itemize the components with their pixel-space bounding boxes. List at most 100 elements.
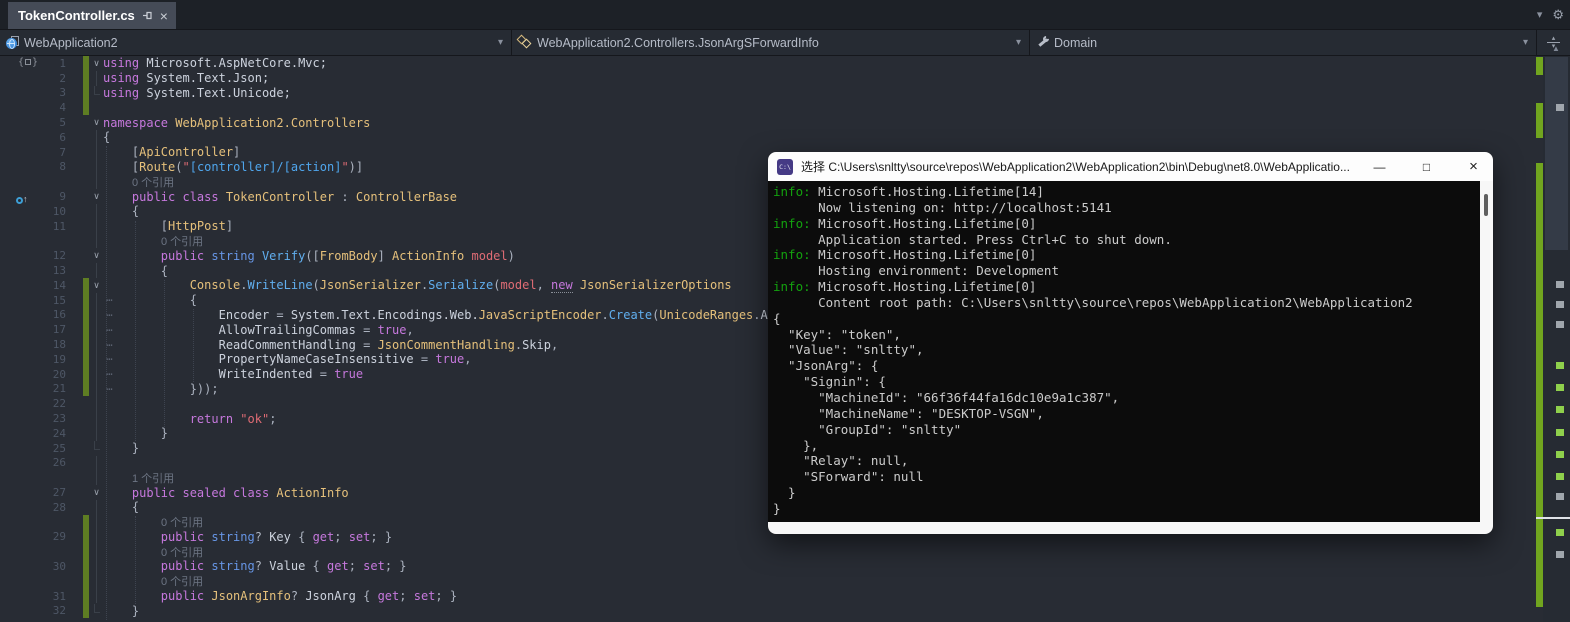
fold-margin (90, 337, 103, 352)
console-line: info: Microsoft.Hosting.Lifetime[0] (773, 247, 1493, 263)
fold-margin (90, 100, 103, 115)
line-number: 26 (40, 456, 66, 469)
editor-scrollbar-thumb[interactable] (1545, 57, 1568, 250)
line-number: 4 (40, 101, 66, 114)
fold-margin (90, 352, 103, 367)
line-number: 28 (40, 501, 66, 514)
line-number: 17 (40, 323, 66, 336)
indent-guide (164, 280, 165, 427)
line-number: 16 (40, 308, 66, 321)
fold-margin (90, 322, 103, 337)
change-tracking-bar (83, 603, 89, 618)
fold-margin (90, 367, 103, 382)
close-button[interactable]: × (1454, 152, 1493, 181)
scrollbar-change-mark (1536, 103, 1543, 138)
visual-studio-window: TokenController.cs × ▾ ⚙ WebApplication2… (0, 0, 1570, 622)
project-dropdown[interactable]: WebApplication2 ▾ (0, 30, 512, 55)
fold-margin[interactable]: ∨ (90, 278, 103, 293)
fold-margin (90, 130, 103, 145)
change-tracking-empty (83, 130, 89, 145)
fold-margin (90, 396, 103, 411)
line-number: 29 (40, 530, 66, 543)
change-tracking-empty (83, 219, 89, 234)
fold-margin[interactable]: ∨ (90, 248, 103, 263)
fold-margin (90, 470, 103, 485)
indent-guide (135, 516, 136, 604)
member-dropdown[interactable]: Domain ▾ (1030, 30, 1537, 55)
fold-margin (90, 293, 103, 308)
maximize-button[interactable]: □ (1407, 152, 1446, 181)
fold-margin (90, 86, 103, 101)
fold-margin[interactable]: ∨ (90, 115, 103, 130)
line-number: 3 (40, 86, 66, 99)
fold-margin (90, 308, 103, 323)
fold-margin (90, 411, 103, 426)
fold-margin (90, 234, 103, 249)
scrollbar-mark (1556, 473, 1564, 480)
code-row: {}1∨using Microsoft.AspNetCore.Mvc; (0, 56, 1570, 71)
console-vscrollbar-thumb[interactable] (1484, 194, 1488, 216)
fold-margin (90, 441, 103, 456)
tab-tokencontroller[interactable]: TokenController.cs × (8, 2, 176, 29)
fold-margin (90, 589, 103, 604)
fold-margin (90, 500, 103, 515)
change-tracking-empty (83, 160, 89, 175)
change-tracking-empty (83, 234, 89, 249)
fold-margin[interactable]: ∨ (90, 189, 103, 204)
indent-guide (135, 221, 136, 441)
chevron-down-icon[interactable]: ▾ (1523, 37, 1528, 48)
minimize-button[interactable]: — (1360, 152, 1399, 181)
pin-icon[interactable] (142, 10, 153, 21)
line-number: 21 (40, 382, 66, 395)
code-row: 32 } (0, 603, 1570, 618)
fold-margin (90, 204, 103, 219)
navigation-bar: WebApplication2 ▾ WebApplication2.Contro… (0, 29, 1570, 56)
fold-margin (90, 456, 103, 471)
change-tracking-empty (83, 189, 89, 204)
fold-margin (90, 426, 103, 441)
chevron-down-icon[interactable]: ▾ (498, 37, 503, 48)
fold-margin (90, 530, 103, 545)
type-dropdown[interactable]: WebApplication2.Controllers.JsonArgSForw… (512, 30, 1030, 55)
change-tracking-bar (83, 293, 89, 308)
console-line: "Signin": { (773, 374, 1493, 390)
scrollbar-change-mark (1536, 163, 1543, 607)
line-number: 2 (40, 72, 66, 85)
change-tracking-bar (83, 589, 89, 604)
codelens-references[interactable]: 1 个引用 (103, 470, 174, 486)
change-tracking-empty (83, 456, 89, 471)
gear-icon[interactable]: ⚙ (1552, 7, 1564, 23)
split-up-icon: ▴ (1552, 36, 1556, 41)
codelens-references[interactable]: 0 个引用 (103, 573, 203, 589)
fold-margin[interactable]: ∨ (90, 485, 103, 500)
collapse-arrow-icon: ∨ (93, 488, 100, 497)
wrench-icon (1036, 36, 1049, 49)
console-vertical-scrollbar[interactable] (1480, 181, 1493, 522)
codelens-references[interactable]: 0 个引用 (103, 544, 203, 560)
line-number: 13 (40, 264, 66, 277)
tab-close-icon[interactable]: × (160, 9, 168, 23)
code-row: 5∨namespace WebApplication2.Controllers (0, 115, 1570, 130)
change-tracking-empty (83, 396, 89, 411)
fold-margin[interactable]: ∨ (90, 56, 103, 71)
chevron-down-icon[interactable]: ▾ (1016, 37, 1021, 48)
codelens-references[interactable]: 0 个引用 (103, 514, 203, 530)
fold-margin (90, 174, 103, 189)
console-title-bar[interactable]: C:\ 选择 C:\Users\snltty\source\repos\WebA… (768, 152, 1493, 181)
code-row: 2using System.Text.Json; (0, 71, 1570, 86)
codelens-references[interactable]: 0 个引用 (103, 233, 203, 249)
change-tracking-bar (83, 515, 89, 530)
scrollbar-mark (1556, 529, 1564, 536)
change-tracking-empty (83, 441, 89, 456)
fold-margin (90, 544, 103, 559)
console-line: "Relay": null, (773, 453, 1493, 469)
fold-margin (90, 574, 103, 589)
console-window[interactable]: C:\ 选择 C:\Users\snltty\source\repos\WebA… (768, 152, 1493, 534)
console-line: info: Microsoft.Hosting.Lifetime[0] (773, 279, 1493, 295)
scrollbar-mark (1556, 384, 1564, 391)
tab-list-dropdown-icon[interactable]: ▾ (1537, 8, 1543, 21)
scrollbar-up-arrow-icon[interactable]: ▲ (1547, 44, 1565, 53)
line-number: 30 (40, 560, 66, 573)
codelens-references[interactable]: 0 个引用 (103, 174, 174, 190)
console-horizontal-scrollbar[interactable] (768, 522, 1493, 534)
